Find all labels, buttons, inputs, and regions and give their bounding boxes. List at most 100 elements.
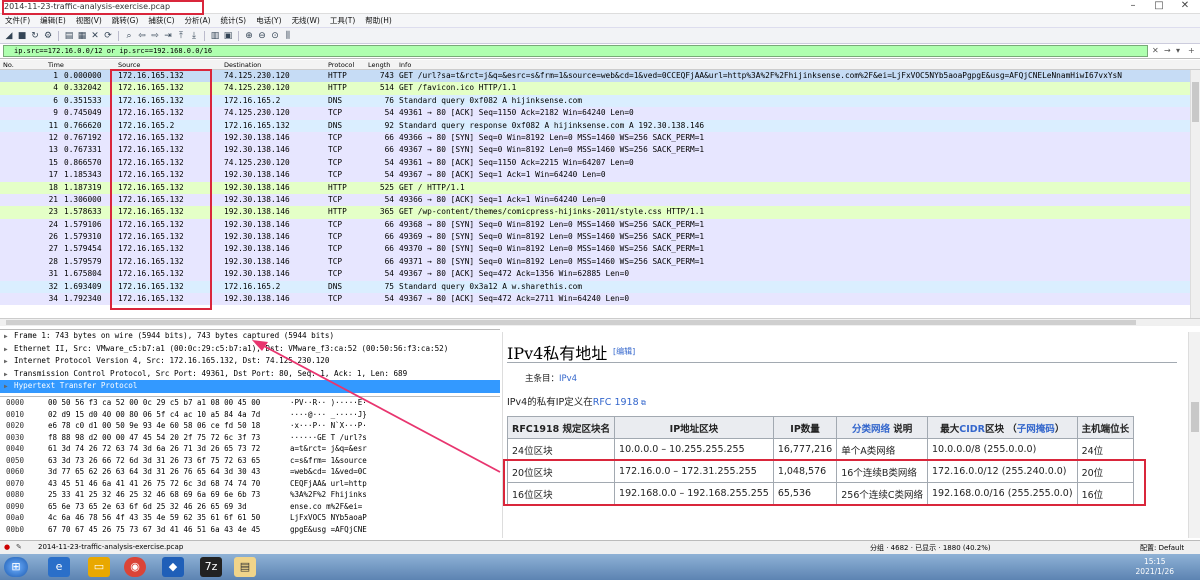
7zip-icon[interactable]: 7z (200, 557, 222, 577)
bytes-row[interactable]: 0020 e6 78 c0 d1 00 50 9e 93 4e 60 58 06 … (0, 420, 500, 432)
subnet-mask-link[interactable]: 子网掩码 (1017, 424, 1055, 435)
chrome-browser-icon[interactable]: ◉ (124, 557, 146, 577)
notepad-icon[interactable]: ▤ (234, 557, 256, 577)
scrollbar-thumb[interactable] (6, 320, 1136, 325)
status-packet-count: 分组 · 4682 · 已显示 · 1880 (40.2%) (870, 544, 991, 552)
bytes-row[interactable]: 0010 02 d9 15 d0 40 00 80 06 5f c4 ac 10 … (0, 409, 500, 421)
menu-item[interactable]: 跳转(G) (107, 14, 144, 28)
column-header-destination[interactable]: Destination (224, 61, 261, 69)
find-icon[interactable]: ⌕ (124, 31, 134, 41)
bytes-row[interactable]: 0080 25 33 41 25 32 46 25 32 46 68 69 6a … (0, 489, 500, 501)
bytes-row[interactable]: 00a0 4c 6a 46 78 56 4f 43 35 4e 59 62 35 … (0, 512, 500, 524)
start-capture-icon[interactable]: ◢ (4, 31, 14, 41)
restart-capture-icon[interactable]: ↻ (30, 31, 40, 41)
status-profile[interactable]: 配置: Default (1140, 543, 1184, 553)
column-header-info[interactable]: Info (399, 61, 411, 69)
menu-item[interactable]: 工具(T) (325, 14, 360, 28)
menu-item[interactable]: 捕获(C) (143, 14, 179, 28)
open-file-icon[interactable]: ▤ (64, 31, 74, 41)
scrollbar-thumb[interactable] (1192, 82, 1199, 122)
menu-item[interactable]: 编辑(E) (35, 14, 71, 28)
menu-item[interactable]: 分析(A) (180, 14, 216, 28)
menu-item[interactable]: 视图(V) (71, 14, 107, 28)
first-packet-icon[interactable]: ⤒ (176, 31, 186, 41)
packet-cell-len: 365 (379, 207, 394, 217)
wiki-edit-link[interactable]: [编辑] (613, 346, 635, 357)
packet-cell-no: 13 (48, 145, 58, 155)
colorize-icon[interactable]: ▥ (210, 31, 220, 41)
cidr-link[interactable]: CIDR (959, 424, 985, 435)
ie-browser-icon[interactable]: e (48, 557, 70, 577)
scrollbar-thumb[interactable] (1191, 402, 1199, 432)
expand-arrow-icon[interactable]: ▶ (4, 381, 14, 394)
zoom-out-icon[interactable]: ⊖ (257, 31, 267, 41)
capture-comments-icon[interactable]: ✎ (16, 543, 22, 551)
column-header-time[interactable]: Time (48, 61, 64, 69)
apply-filter-icon[interactable]: → (1164, 46, 1171, 55)
bytes-row[interactable]: 0070 43 45 51 46 6a 41 41 26 75 72 6c 3d … (0, 478, 500, 490)
wiki-vertical-scrollbar[interactable] (1188, 332, 1200, 538)
detail-tree-item[interactable]: ▶ Internet Protocol Version 4, Src: 172.1… (0, 355, 500, 368)
start-button-icon[interactable]: ⊞ (4, 557, 28, 577)
detail-tree-item[interactable]: ▶ Ethernet II, Src: VMware_c5:b7:a1 (00:0… (0, 343, 500, 356)
column-header-length[interactable]: Length (368, 61, 390, 69)
wiki-rfc-link[interactable]: RFC 1918 (593, 397, 639, 408)
expert-info-icon[interactable]: ● (4, 543, 10, 551)
bytes-row[interactable]: 0040 61 3d 74 26 72 63 74 3d 6a 26 71 3d … (0, 443, 500, 455)
stop-capture-icon[interactable]: ■ (17, 31, 27, 41)
bytes-row[interactable]: 0050 63 3d 73 26 66 72 6d 3d 31 26 73 6f … (0, 455, 500, 467)
bytes-row[interactable]: 0060 3d 77 65 62 26 63 64 3d 31 26 76 65 … (0, 466, 500, 478)
zoom-normal-icon[interactable]: ⊙ (270, 31, 280, 41)
menu-item[interactable]: 统计(S) (216, 14, 252, 28)
bytes-row[interactable]: 00b0 67 70 67 45 26 75 73 67 3d 41 46 51 … (0, 524, 500, 536)
maximize-icon[interactable]: □ (1146, 0, 1172, 14)
detail-tree-item[interactable]: ▶ Frame 1: 743 bytes on wire (5944 bits),… (0, 330, 500, 343)
goto-icon[interactable]: ⇥ (163, 31, 173, 41)
last-packet-icon[interactable]: ⤓ (189, 31, 199, 41)
detail-tree-item[interactable]: ▶ Hypertext Transfer Protocol (0, 380, 500, 393)
packet-list-horizontal-scrollbar[interactable] (0, 318, 1200, 326)
column-header-protocol[interactable]: Protocol (328, 61, 354, 69)
bytes-row[interactable]: 0000 00 50 56 f3 ca 52 00 0c 29 c5 b7 a1 … (0, 397, 500, 409)
file-explorer-icon[interactable]: ▭ (88, 557, 110, 577)
windows-taskbar: ⊞ e ▭ ◉ ◆ 7z ▤ 15:15 2021/1/26 (0, 554, 1200, 580)
autoscroll-icon[interactable]: ▣ (223, 31, 233, 41)
menu-item[interactable]: 文件(F) (0, 14, 35, 28)
detail-tree-item[interactable]: ▶ Transmission Control Protocol, Src Port… (0, 368, 500, 381)
packet-cell-info: 49369 → 80 [SYN] Seq=0 Win=8192 Len=0 MS… (399, 232, 705, 242)
taskbar-clock[interactable]: 15:15 2021/1/26 (1136, 557, 1174, 577)
packet-cell-dst: 74.125.230.120 (224, 157, 290, 167)
expand-arrow-icon[interactable]: ▶ (4, 356, 14, 369)
filter-dropdown-icon[interactable]: ▾ (1176, 46, 1180, 55)
forward-icon[interactable]: ⇨ (150, 31, 160, 41)
reload-icon[interactable]: ⟳ (103, 31, 113, 41)
expand-arrow-icon[interactable]: ▶ (4, 331, 14, 344)
menu-item[interactable]: 电话(Y) (251, 14, 286, 28)
zoom-in-icon[interactable]: ⊕ (244, 31, 254, 41)
close-file-icon[interactable]: ✕ (90, 31, 100, 41)
minimize-icon[interactable]: – (1120, 0, 1146, 14)
wiki-section-title: IPv4私有地址 (507, 344, 608, 363)
column-header-source[interactable]: Source (118, 61, 140, 69)
save-file-icon[interactable]: ▦ (77, 31, 87, 41)
clock-date: 2021/1/26 (1135, 567, 1174, 576)
resize-columns-icon[interactable]: ⫼ (283, 31, 293, 41)
bytes-row[interactable]: 0030 f8 88 98 d2 00 00 47 45 54 20 2f 75 … (0, 432, 500, 444)
bytes-off: 0080 (6, 490, 25, 499)
display-filter-input[interactable]: ip.src==172.16.0.0/12 or ip.src==192.168… (3, 45, 1148, 57)
back-icon[interactable]: ⇦ (137, 31, 147, 41)
menu-item[interactable]: 帮助(H) (360, 14, 397, 28)
clock-time: 15:15 (1143, 557, 1166, 566)
bytes-asc: ·PV··R·· )·····E· (290, 398, 367, 407)
add-filter-button-icon[interactable]: + (1188, 46, 1195, 55)
close-icon[interactable]: ✕ (1172, 0, 1198, 14)
bytes-row[interactable]: 0090 65 6e 73 65 2e 63 6f 6d 25 32 46 26 … (0, 501, 500, 513)
classful-link[interactable]: 分类网络 (852, 424, 890, 435)
packet-list-vertical-scrollbar[interactable] (1190, 70, 1200, 318)
options-icon[interactable]: ⚙ (43, 31, 53, 41)
clear-filter-icon[interactable]: ✕ (1152, 46, 1159, 55)
wiki-main-link[interactable]: IPv4 (559, 374, 577, 384)
menu-item[interactable]: 无线(W) (287, 14, 325, 28)
column-header-no[interactable]: No. (3, 61, 14, 69)
wireshark-icon[interactable]: ◆ (162, 557, 184, 577)
